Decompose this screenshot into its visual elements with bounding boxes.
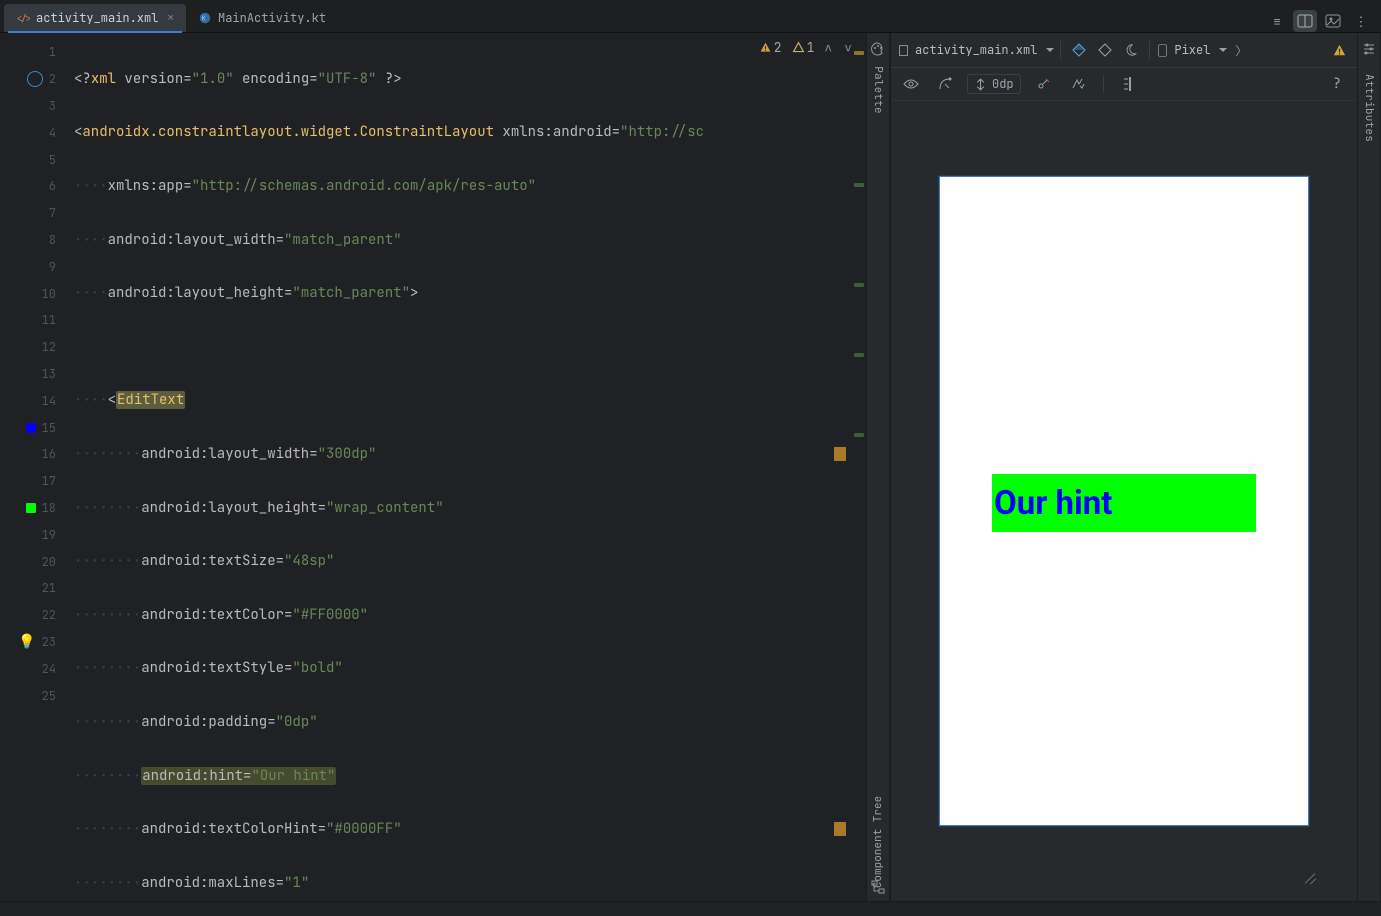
line-number: 2	[49, 71, 56, 87]
editor-tabs: </> activity_main.xml ✕ K MainActivity.k…	[0, 0, 1381, 33]
line-number: 13	[42, 366, 56, 382]
ruler-mark[interactable]	[854, 183, 864, 187]
line-number: 15	[42, 420, 56, 436]
device-frame[interactable]: Our hint	[939, 176, 1309, 826]
line-number: 4	[49, 125, 56, 141]
line-number: 21	[42, 580, 56, 596]
ruler-mark[interactable]	[854, 51, 864, 55]
highlighted-attr: android:hint="Our hint"	[141, 767, 336, 785]
line-number: 6	[49, 178, 56, 194]
attributes-tool-strip[interactable]: Attributes	[1357, 33, 1381, 901]
device-select[interactable]: Pixel	[1156, 42, 1227, 58]
warning-icon	[759, 41, 772, 54]
ruler-mark[interactable]	[854, 353, 864, 357]
color-swatch-icon[interactable]	[26, 503, 36, 513]
clear-constraints-button[interactable]	[1031, 73, 1055, 95]
design-surface-button[interactable]	[1067, 39, 1091, 61]
orientation-button[interactable]	[1093, 39, 1117, 61]
tab-activity-main-xml[interactable]: </> activity_main.xml ✕	[4, 4, 186, 32]
line-number: 24	[42, 661, 56, 677]
code-view-button[interactable]: ≡	[1265, 10, 1289, 32]
code-editor[interactable]: 1 2 3 4 5 6 7 8 9 10 11 12 13 14 15 16 1…	[0, 33, 866, 901]
prev-highlight-button[interactable]: ∧	[824, 39, 834, 56]
weak-warning-icon	[792, 41, 805, 54]
ruler-mark[interactable]	[854, 283, 864, 287]
line-number: 8	[49, 232, 56, 248]
tab-label: MainActivity.kt	[218, 10, 326, 26]
preview-toolbar-2: 0dp ?	[891, 68, 1357, 101]
close-icon[interactable]: ✕	[164, 11, 174, 25]
line-number: 10	[42, 286, 56, 302]
autoconnect-button[interactable]	[933, 73, 957, 95]
preview-toolbar-1: activity_main.xml Pixel 〉	[891, 33, 1357, 68]
warning-marker-icon	[834, 822, 846, 836]
line-number: 23	[42, 634, 56, 650]
lightbulb-icon[interactable]: 💡	[18, 635, 35, 649]
guidelines-button[interactable]	[1118, 73, 1142, 95]
line-number: 25	[42, 688, 56, 704]
night-mode-button[interactable]	[1119, 39, 1143, 61]
default-margin-button[interactable]: 0dp	[967, 74, 1021, 94]
line-number: 3	[49, 98, 56, 114]
overview-ruler[interactable]	[852, 33, 866, 901]
more-icon[interactable]: ⋮	[1349, 10, 1373, 32]
sliders-icon	[1361, 41, 1377, 57]
line-number: 19	[42, 527, 56, 543]
attributes-label: Attributes	[1362, 74, 1376, 142]
line-number: 9	[49, 259, 56, 275]
render-warning-icon[interactable]	[1327, 39, 1351, 61]
selected-tag: EditText	[116, 391, 185, 409]
line-number: 20	[42, 554, 56, 570]
ruler-mark[interactable]	[854, 433, 864, 437]
line-number: 11	[42, 312, 56, 328]
edittext-preview[interactable]: Our hint	[992, 474, 1256, 532]
warning-badge[interactable]: 2	[759, 39, 782, 56]
design-canvas[interactable]: Our hint	[891, 101, 1357, 901]
layout-preview: activity_main.xml Pixel 〉	[890, 33, 1357, 901]
color-swatch-icon[interactable]	[26, 315, 36, 325]
palette-tool-strip[interactable]: Palette Component Tree	[866, 33, 890, 901]
component-tree-label[interactable]: Component Tree	[871, 796, 885, 888]
line-number: 18	[42, 500, 56, 516]
code-area[interactable]: <?xml version="1.0" encoding="UTF-8" ?> …	[70, 33, 852, 901]
inspection-summary[interactable]: 2 1 ∧ ∨	[759, 39, 854, 56]
layout-target-icon[interactable]	[27, 71, 43, 87]
line-number: 7	[49, 205, 56, 221]
horizontal-scrollbar[interactable]	[0, 901, 1381, 916]
svg-text:</>: </>	[16, 13, 30, 25]
line-number: 5	[49, 152, 56, 168]
margin-icon	[974, 78, 987, 91]
line-number: 16	[42, 446, 56, 462]
warning-marker-icon	[834, 447, 846, 461]
xml-file-icon: </>	[16, 11, 30, 25]
view-options-button[interactable]	[899, 73, 923, 95]
line-number: 22	[42, 607, 56, 623]
help-icon[interactable]: ?	[1325, 73, 1349, 95]
resize-handle-icon[interactable]	[1297, 863, 1317, 883]
preview-file-select[interactable]: activity_main.xml	[897, 42, 1054, 58]
tab-main-activity-kt[interactable]: K MainActivity.kt	[186, 4, 338, 32]
layout-file-icon	[897, 44, 910, 57]
color-swatch-icon[interactable]	[26, 423, 36, 433]
tab-label: activity_main.xml	[36, 10, 158, 26]
palette-label: Palette	[871, 66, 885, 114]
weak-warning-badge[interactable]: 1	[792, 39, 815, 56]
editor-view-switch: ≡ ⋮	[1265, 10, 1381, 32]
palette-icon	[870, 41, 886, 57]
line-gutter: 1 2 3 4 5 6 7 8 9 10 11 12 13 14 15 16 1…	[0, 33, 70, 901]
line-number: 12	[42, 339, 56, 355]
kotlin-file-icon: K	[198, 11, 212, 25]
line-number: 14	[42, 393, 56, 409]
svg-text:K: K	[202, 15, 206, 24]
split-view-button[interactable]	[1293, 10, 1317, 32]
line-number: 17	[42, 473, 56, 489]
chevron-right-icon[interactable]: 〉	[1229, 39, 1253, 61]
phone-icon	[1156, 44, 1169, 57]
line-number: 1	[49, 44, 56, 60]
design-view-button[interactable]	[1321, 10, 1345, 32]
infer-constraints-button[interactable]	[1065, 73, 1089, 95]
